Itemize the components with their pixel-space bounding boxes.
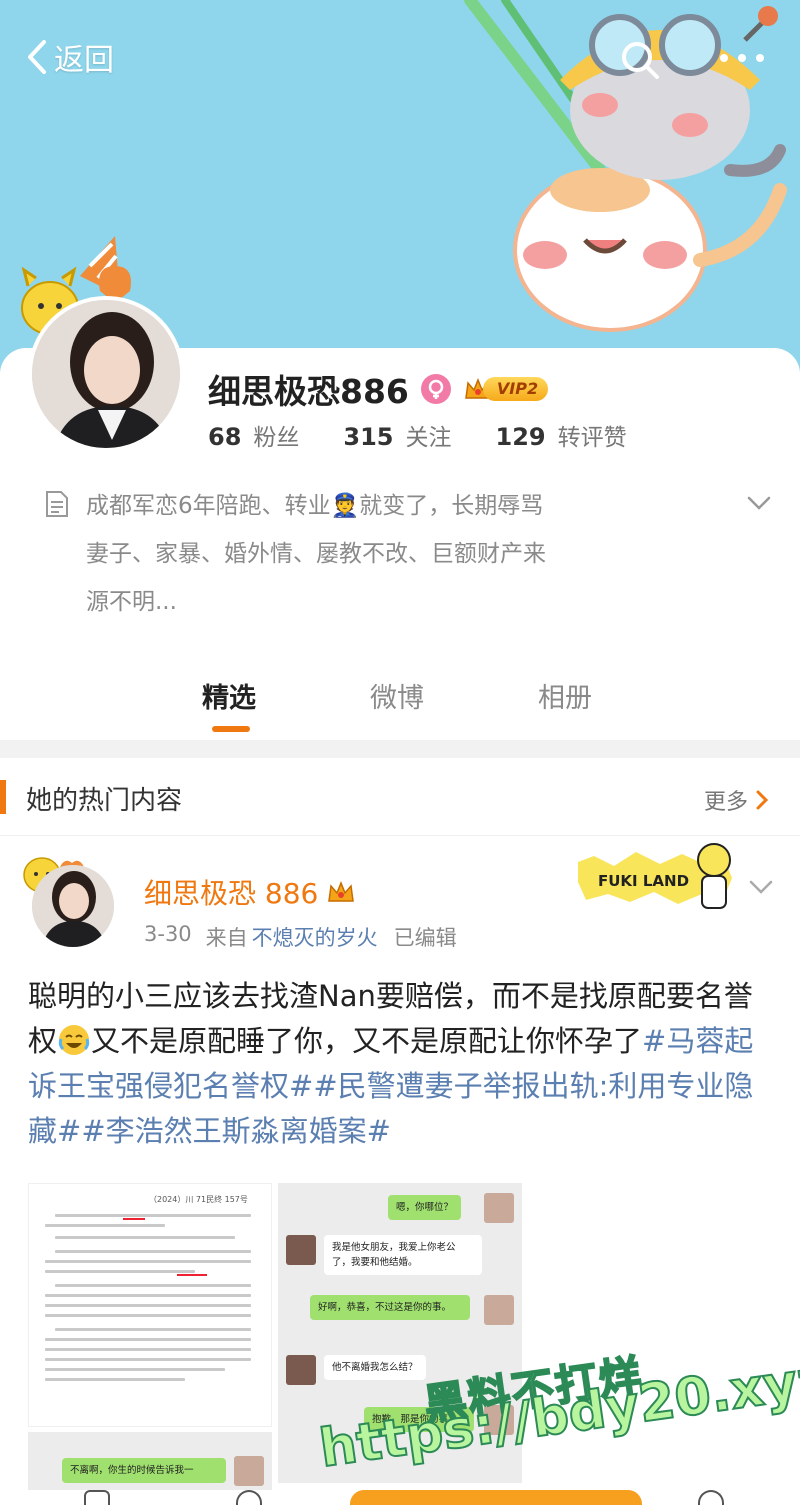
post-image-document[interactable]: （2024）川 71民终 157号 [28, 1183, 272, 1427]
from-prefix: 来自 [205, 926, 248, 950]
edited-label: 已编辑 [393, 926, 457, 950]
stat-number: 315 [343, 423, 394, 451]
chat-bubble: 好啊，恭喜，不过这是你的事。 [310, 1295, 470, 1320]
bio-line: 成都军恋6年陪跑、转业👮就变了，长期辱骂 [86, 493, 544, 519]
more-label: 更多 [704, 790, 749, 815]
fuki-text: FUKI LAND [598, 872, 689, 890]
avatar[interactable] [28, 296, 184, 452]
tab-featured[interactable]: 精选 [202, 676, 256, 715]
fuki-land-badge: FUKI LAND [578, 843, 732, 909]
share-icon[interactable] [84, 1490, 110, 1505]
stat-interactions[interactable]: 129 转评赞 [496, 418, 627, 452]
search-icon[interactable] [618, 38, 662, 82]
hashtag-link[interactable]: #李浩然王斯淼离婚案# [81, 1114, 391, 1148]
post-author[interactable]: 细思极恐 886 [144, 872, 318, 912]
female-icon [420, 374, 451, 404]
chevron-down-icon[interactable] [746, 872, 776, 902]
back-label: 返回 [54, 43, 114, 78]
tab-album[interactable]: 相册 [538, 676, 592, 715]
chat-bubble: 我是他女朋友，我爱上你老公了，我要和他结婚。 [324, 1235, 482, 1275]
top-nav-bar: 返回 [0, 0, 800, 110]
tab-weibo[interactable]: 微博 [370, 676, 424, 715]
chat-bubble: 嗯，你哪位？ [388, 1195, 462, 1220]
back-button[interactable]: 返回 [22, 36, 114, 78]
vip-label: VIP2 [482, 377, 549, 401]
post-text: 聪明的小三应该去找渣Nan要赔偿，而不是找原配要名誉权 又不是原配睡了你，又不是原… [28, 974, 773, 1154]
avatar-pendant[interactable] [20, 236, 210, 466]
bio-line: 源不明... [86, 589, 177, 615]
stat-label: 转评赞 [557, 425, 627, 451]
comment-icon[interactable] [236, 1490, 262, 1505]
profile-tabs: 精选 微博 相册 [0, 660, 800, 740]
vip-badge[interactable]: VIP2 [463, 374, 549, 404]
doc-title: （2024）川 71民终 157号 [149, 1195, 248, 1204]
active-tab-indicator [212, 726, 250, 732]
section-title: 她的热门内容 [26, 786, 183, 816]
chat-avatar [234, 1456, 264, 1486]
chat-avatar [484, 1295, 514, 1325]
post-author-row: 细思极恐 886 [144, 872, 356, 912]
chat-avatar [484, 1193, 514, 1223]
post-meta: 3-30 来自 不熄灭的岁火 已编辑 [144, 922, 457, 952]
chat-bubble: 他不离婚我怎么结？ [324, 1355, 426, 1380]
crown-icon [328, 880, 355, 902]
chevron-down-icon[interactable] [744, 488, 774, 518]
stat-number: 68 [208, 423, 242, 451]
post-avatar[interactable] [32, 865, 114, 947]
stat-followers[interactable]: 68 粉丝 [208, 418, 299, 452]
section-divider [0, 740, 800, 758]
section-accent-bar [0, 780, 6, 814]
post-source-link[interactable]: 不熄灭的岁火 [252, 922, 378, 952]
bottom-action-bar [0, 1490, 800, 1505]
chevron-left-icon [28, 40, 46, 74]
stat-label: 粉丝 [253, 425, 300, 451]
nickname-row: 细思极恐886 VIP2 [208, 366, 549, 412]
stat-following[interactable]: 315 关注 [343, 418, 451, 452]
document-icon [46, 491, 68, 517]
avatar-photo [32, 865, 114, 947]
stat-label: 关注 [405, 425, 452, 451]
chat-bubble: 不离啊，你生的时候告诉我一 [62, 1458, 226, 1483]
crying-laughing-emoji-icon [58, 1025, 90, 1055]
message-icon[interactable] [698, 1490, 724, 1505]
chevron-right-icon [756, 790, 769, 810]
post-text-part: 又不是原配睡了你，又不是原配让你怀孕了 [91, 1024, 643, 1058]
nickname: 细思极恐886 [208, 372, 409, 411]
post-date: 3-30 [144, 922, 192, 946]
post-avatar-wrap[interactable] [20, 845, 120, 955]
profile-page: 返回 细思极恐886 VIP2 68 粉丝 315 关注 129 转评赞 成都军… [0, 0, 800, 1505]
stat-number: 129 [495, 423, 546, 451]
more-button[interactable]: 更多 [704, 784, 770, 816]
hot-content-header: 她的热门内容 更多 [0, 758, 800, 836]
post-image-chat-2[interactable]: 不离啊，你生的时候告诉我一 [28, 1432, 272, 1492]
stats-row: 68 粉丝 315 关注 129 转评赞 [208, 418, 671, 452]
follow-button[interactable] [350, 1490, 642, 1505]
bio-line: 妻子、家暴、婚外情、屡教不改、巨额财产来 [86, 541, 546, 567]
more-options-icon[interactable] [712, 40, 772, 76]
chat-avatar [286, 1235, 316, 1265]
bio-text: 成都军恋6年陪跑、转业👮就变了，长期辱骂 妻子、家暴、婚外情、屡教不改、巨额财产… [86, 482, 686, 626]
chat-avatar [286, 1355, 316, 1385]
